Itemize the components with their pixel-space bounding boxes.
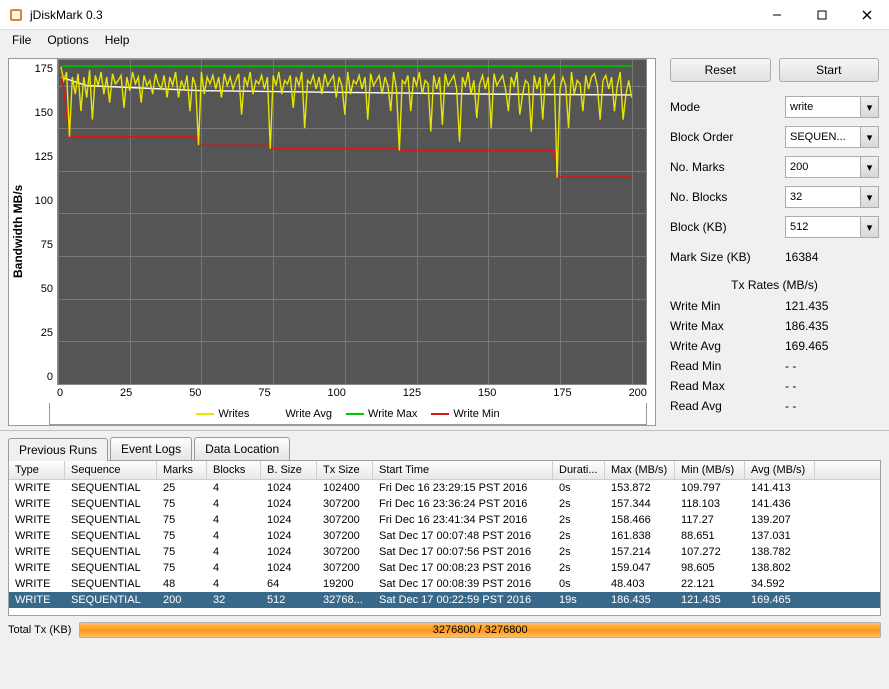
table-row[interactable]: WRITESEQUENTIAL7541024307200Sat Dec 17 0… <box>9 560 880 576</box>
table-row[interactable]: WRITESEQUENTIAL2003251232768...Sat Dec 1… <box>9 592 880 608</box>
chevron-down-icon: ▾ <box>860 97 878 117</box>
blocksize-label: Block (KB) <box>670 220 785 234</box>
menu-file[interactable]: File <box>4 31 39 49</box>
table-row[interactable]: WRITESEQUENTIAL7541024307200Sat Dec 17 0… <box>9 528 880 544</box>
chevron-down-icon: ▾ <box>860 217 878 237</box>
column-header[interactable]: Start Time <box>373 461 553 479</box>
minimize-button[interactable] <box>754 0 799 30</box>
marksize-label: Mark Size (KB) <box>670 250 785 264</box>
column-header[interactable]: Marks <box>157 461 207 479</box>
column-header[interactable]: B. Size <box>261 461 317 479</box>
column-header[interactable]: Avg (MB/s) <box>745 461 815 479</box>
blocksize-select[interactable]: 512▾ <box>785 216 879 238</box>
marksize-value: 16384 <box>785 250 818 264</box>
read-avg-value: - - <box>785 399 796 413</box>
mode-label: Mode <box>670 100 785 114</box>
marks-label: No. Marks <box>670 160 785 174</box>
chart-ylabel: Bandwidth MB/s <box>9 59 27 403</box>
mode-select[interactable]: write▾ <box>785 96 879 118</box>
chevron-down-icon: ▾ <box>860 157 878 177</box>
read-min-label: Read Min <box>670 359 785 373</box>
table-body[interactable]: WRITESEQUENTIAL2541024102400Fri Dec 16 2… <box>9 480 880 612</box>
write-max-label: Write Max <box>670 319 785 333</box>
close-button[interactable] <box>844 0 889 30</box>
app-icon <box>8 7 24 23</box>
tab-data-location[interactable]: Data Location <box>194 437 290 460</box>
column-header[interactable]: Min (MB/s) <box>675 461 745 479</box>
start-button[interactable]: Start <box>779 58 880 82</box>
chevron-down-icon: ▾ <box>860 127 878 147</box>
order-select[interactable]: SEQUEN...▾ <box>785 126 879 148</box>
table-header: TypeSequenceMarksBlocksB. SizeTx SizeSta… <box>9 461 880 480</box>
window-title: jDiskMark 0.3 <box>30 8 754 22</box>
progress-bar: 3276800 / 3276800 <box>79 622 881 638</box>
write-avg-label: Write Avg <box>670 339 785 353</box>
menu-options[interactable]: Options <box>39 31 96 49</box>
column-header[interactable]: Tx Size <box>317 461 373 479</box>
column-header[interactable]: Blocks <box>207 461 261 479</box>
table-row[interactable]: WRITESEQUENTIAL7541024307200Fri Dec 16 2… <box>9 496 880 512</box>
chart-legend: WritesWrite AvgWrite MaxWrite Min <box>49 403 647 425</box>
chart-xaxis: 0255075100125150175200 <box>57 385 647 403</box>
chart-panel: Bandwidth MB/s 1751501251007550250 02550… <box>0 50 664 430</box>
menu-help[interactable]: Help <box>97 31 138 49</box>
write-avg-value: 169.465 <box>785 339 828 353</box>
total-tx-label: Total Tx (KB) <box>8 624 71 636</box>
column-header[interactable]: Max (MB/s) <box>605 461 675 479</box>
write-min-value: 121.435 <box>785 299 828 313</box>
table-row[interactable]: WRITESEQUENTIAL7541024307200Fri Dec 16 2… <box>9 512 880 528</box>
tab-previous-runs[interactable]: Previous Runs <box>8 438 108 461</box>
read-min-value: - - <box>785 359 796 373</box>
order-label: Block Order <box>670 130 785 144</box>
menubar: File Options Help <box>0 30 889 50</box>
chevron-down-icon: ▾ <box>860 187 878 207</box>
blocks-select[interactable]: 32▾ <box>785 186 879 208</box>
marks-select[interactable]: 200▾ <box>785 156 879 178</box>
read-avg-label: Read Avg <box>670 399 785 413</box>
tab-event-logs[interactable]: Event Logs <box>110 437 192 460</box>
titlebar: jDiskMark 0.3 <box>0 0 889 30</box>
write-min-label: Write Min <box>670 299 785 313</box>
table-row[interactable]: WRITESEQUENTIAL2541024102400Fri Dec 16 2… <box>9 480 880 496</box>
chart-plot <box>57 59 647 385</box>
write-max-value: 186.435 <box>785 319 828 333</box>
chart-yaxis: 1751501251007550250 <box>27 59 57 403</box>
blocks-label: No. Blocks <box>670 190 785 204</box>
column-header[interactable]: Sequence <box>65 461 157 479</box>
column-header[interactable]: Type <box>9 461 65 479</box>
side-panel: Reset Start Modewrite▾ Block OrderSEQUEN… <box>664 50 889 430</box>
maximize-button[interactable] <box>799 0 844 30</box>
read-max-value: - - <box>785 379 796 393</box>
table-row[interactable]: WRITESEQUENTIAL7541024307200Sat Dec 17 0… <box>9 544 880 560</box>
column-header[interactable]: Durati... <box>553 461 605 479</box>
read-max-label: Read Max <box>670 379 785 393</box>
runs-table: TypeSequenceMarksBlocksB. SizeTx SizeSta… <box>8 460 881 616</box>
tabstrip: Previous Runs Event Logs Data Location <box>8 437 881 460</box>
table-row[interactable]: WRITESEQUENTIAL4846419200Sat Dec 17 00:0… <box>9 576 880 592</box>
progress-text: 3276800 / 3276800 <box>80 623 880 637</box>
reset-button[interactable]: Reset <box>670 58 771 82</box>
rates-header: Tx Rates (MB/s) <box>670 278 879 292</box>
